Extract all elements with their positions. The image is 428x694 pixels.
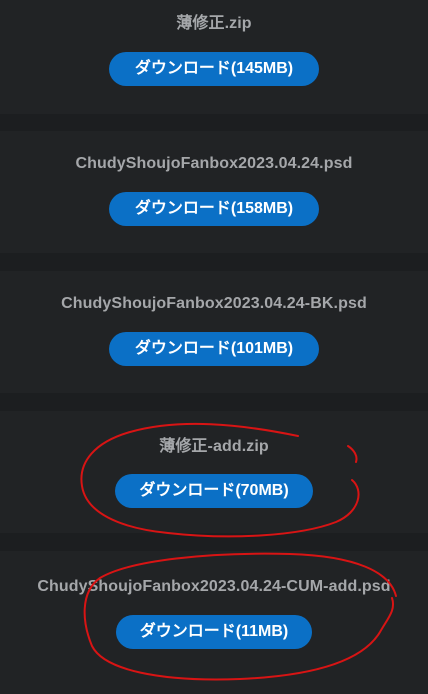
file-name: 薄修正.zip <box>176 15 252 32</box>
file-name: ChudyShoujoFanbox2023.04.24-CUM-add.psd <box>37 578 391 595</box>
download-button[interactable]: ダウンロード(145MB) <box>109 52 319 86</box>
file-card-3: ChudyShoujoFanbox2023.04.24-BK.psd ダウンロー… <box>0 271 428 393</box>
file-name: 薄修正-add.zip <box>159 438 269 455</box>
file-card-2: ChudyShoujoFanbox2023.04.24.psd ダウンロード(1… <box>0 131 428 253</box>
file-name: ChudyShoujoFanbox2023.04.24.psd <box>75 155 353 172</box>
download-button[interactable]: ダウンロード(11MB) <box>116 615 312 649</box>
download-button[interactable]: ダウンロード(158MB) <box>109 192 319 226</box>
download-button[interactable]: ダウンロード(101MB) <box>109 332 319 366</box>
file-name: ChudyShoujoFanbox2023.04.24-BK.psd <box>61 295 367 312</box>
file-list: 薄修正.zip ダウンロード(145MB) ChudyShoujoFanbox2… <box>0 0 428 694</box>
file-card-4: 薄修正-add.zip ダウンロード(70MB) <box>0 411 428 533</box>
file-card-1: 薄修正.zip ダウンロード(145MB) <box>0 0 428 114</box>
file-card-5: ChudyShoujoFanbox2023.04.24-CUM-add.psd … <box>0 551 428 694</box>
download-button[interactable]: ダウンロード(70MB) <box>115 474 313 508</box>
